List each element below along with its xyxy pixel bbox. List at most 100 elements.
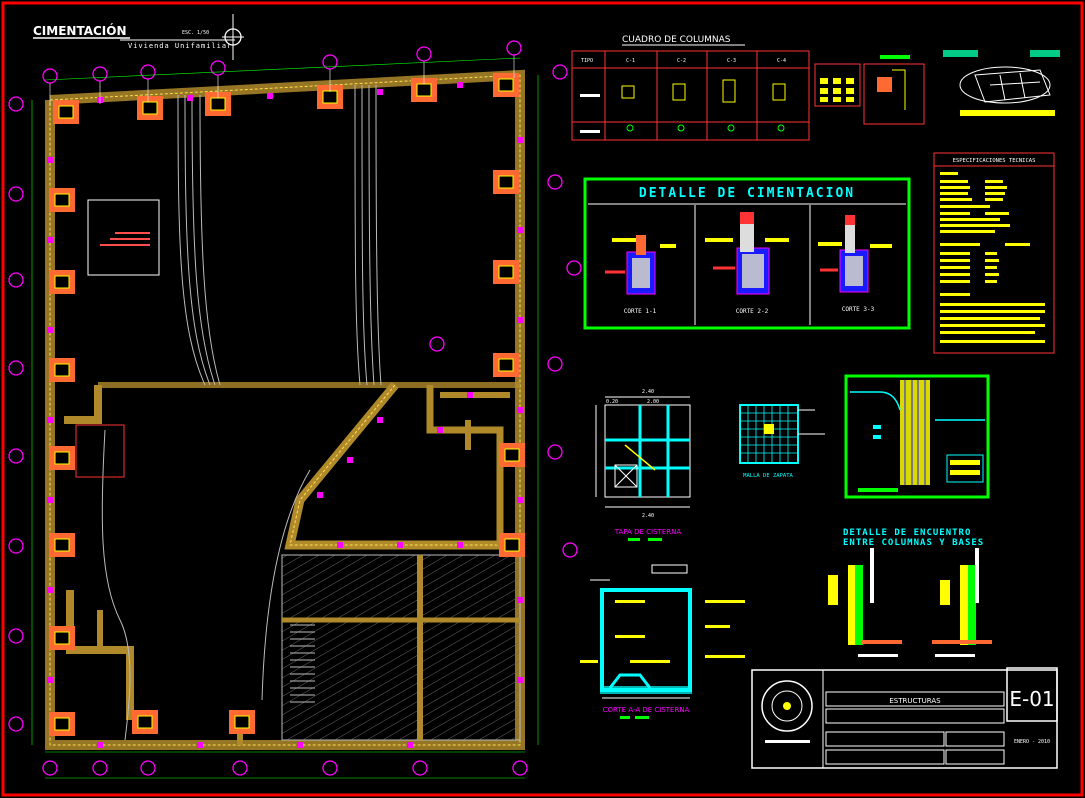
grid-bubble	[8, 538, 24, 554]
sheet-date: ENERO - 2010	[1014, 739, 1050, 745]
grid-bubble	[42, 68, 58, 84]
column-tie	[517, 597, 523, 603]
grid-bubble	[140, 760, 156, 776]
column-tie	[47, 157, 53, 163]
grid-bubble	[8, 628, 24, 644]
footing-mesh-detail: MALLA DE ZAPATA	[739, 404, 825, 479]
column-core	[498, 175, 514, 189]
grid-bubble	[8, 448, 24, 464]
junction-title-2: ENTRE COLUMNAS Y BASES	[843, 538, 984, 548]
grid-bubble	[552, 64, 568, 80]
column-tie	[337, 542, 343, 548]
column-tie	[47, 497, 53, 503]
column-core	[58, 105, 74, 119]
column-core	[210, 97, 226, 111]
grid-bubble	[210, 60, 226, 76]
grid-bubble	[8, 716, 24, 732]
cistern-dim-bottom: 2.40	[642, 513, 654, 519]
schedule-header-c2: C-2	[677, 58, 686, 64]
grid-bubble	[322, 760, 338, 776]
column-core	[54, 193, 70, 207]
column-tie	[47, 417, 53, 423]
column-tie	[377, 89, 383, 95]
schedule-header-c1: C-1	[626, 58, 635, 64]
column-tie	[47, 327, 53, 333]
column-tie	[467, 392, 473, 398]
cistern-section-label: CORTE A-A DE CISTERNA	[603, 706, 690, 714]
foundation-plan	[45, 69, 525, 750]
grid-bubble	[140, 64, 156, 80]
grid-bubble	[412, 760, 428, 776]
drawing-sheet: CIMENTACIÓN ESC. 1/50 Vivienda Unifamili…	[0, 0, 1085, 798]
column-core	[54, 275, 70, 289]
column-core	[504, 448, 520, 462]
column-core	[142, 101, 158, 115]
column-tie	[517, 137, 523, 143]
column-core	[498, 78, 514, 92]
foundation-detail-title: DETALLE DE CIMENTACION	[639, 186, 855, 201]
grid-bubble	[92, 66, 108, 82]
grid-bubble	[562, 542, 578, 558]
column-base-detail	[844, 374, 990, 499]
grid-bubble	[8, 96, 24, 112]
title-block-discipline: ESTRUCTURAS	[889, 697, 941, 705]
grid-bubble	[547, 444, 563, 460]
column-core	[416, 83, 432, 97]
cut-1-label: CORTE 1-1	[624, 308, 657, 315]
column-core	[498, 265, 514, 279]
column-core	[54, 451, 70, 465]
cistern-section: CORTE A-A DE CISTERNA	[580, 564, 745, 719]
footing-mesh-label: MALLA DE ZAPATA	[743, 473, 793, 479]
drawing-title-text: CIMENTACIÓN	[33, 23, 127, 38]
column-core	[137, 715, 153, 729]
column-schedule: CUADRO DE COLUMNAS TIPO C-1 C-2 C-3 C-4	[571, 35, 1060, 141]
cistern-dim-wall: 0.20	[606, 399, 618, 405]
column-tie	[517, 227, 523, 233]
schedule-header-c3: C-3	[727, 58, 736, 64]
grid-bubble	[8, 360, 24, 376]
grid-bubble	[416, 46, 432, 62]
cad-canvas: CIMENTACIÓN ESC. 1/50 Vivienda Unifamili…	[1, 1, 1084, 797]
grid-bubble	[429, 336, 445, 352]
column-tie	[97, 742, 103, 748]
column-tie	[187, 95, 193, 101]
grid-bubble	[42, 760, 58, 776]
column-tie	[517, 407, 523, 413]
column-core	[322, 90, 338, 104]
column-tie	[297, 742, 303, 748]
column-tie	[317, 492, 323, 498]
cut-3-label: CORTE 3-3	[842, 306, 875, 313]
cistern-dim-inner: 2.00	[647, 399, 659, 405]
column-core	[498, 358, 514, 372]
column-tie	[377, 417, 383, 423]
column-tie	[347, 457, 353, 463]
specs-title: ESPECIFICACIONES TECNICAS	[953, 158, 1036, 164]
column-schedule-title: CUADRO DE COLUMNAS	[622, 35, 731, 45]
title-block: ESTRUCTURAS E-01 ENERO - 2010	[751, 667, 1058, 769]
drawing-subtitle: Vivienda Unifamiliar	[128, 42, 232, 50]
grid-bubble	[547, 356, 563, 372]
column-core	[54, 631, 70, 645]
grid-bubble	[232, 760, 248, 776]
sheet-number: E-01	[1009, 687, 1054, 711]
column-core	[54, 538, 70, 552]
grid-bubble	[8, 186, 24, 202]
schedule-header-c4: C-4	[777, 58, 786, 64]
column-tie	[517, 497, 523, 503]
column-tie	[457, 542, 463, 548]
column-tie	[407, 742, 413, 748]
grid-bubble	[506, 40, 522, 56]
technical-specifications: ESPECIFICACIONES TECNICAS	[933, 152, 1055, 354]
cistern-lid-label: TAPA DE CISTERNA	[614, 528, 682, 536]
cut-2-label: CORTE 2-2	[736, 308, 769, 315]
drawing-title: CIMENTACIÓN ESC. 1/50 Vivienda Unifamili…	[33, 14, 244, 60]
grid-bubble	[8, 272, 24, 288]
column-core	[234, 715, 250, 729]
foundation-detail: DETALLE DE CIMENTACION CORTE 1-1 CORTE 2…	[583, 177, 911, 330]
column-tie	[457, 82, 463, 88]
column-tie	[397, 542, 403, 548]
column-tie	[197, 742, 203, 748]
column-core	[54, 717, 70, 731]
grid-bubble	[92, 760, 108, 776]
junction-title-1: DETALLE DE ENCUENTRO	[843, 528, 971, 538]
